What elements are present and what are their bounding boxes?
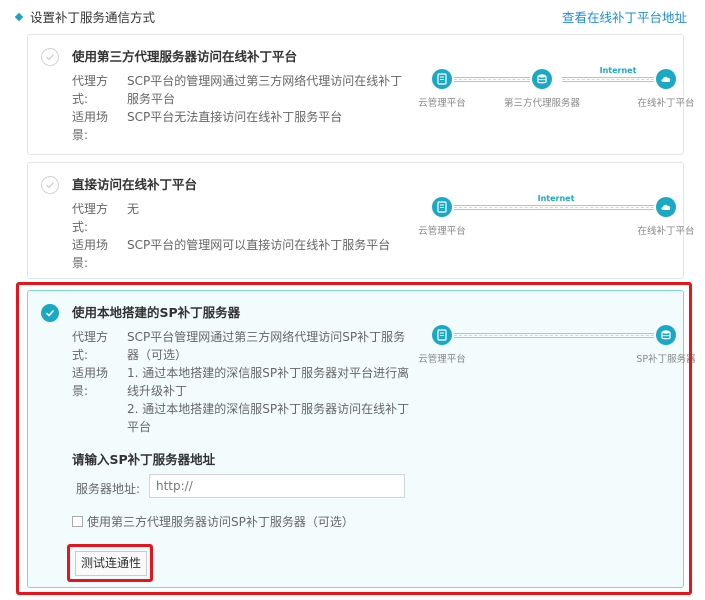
scene-row: 适用场景: SCP平台的管理网可以直接访问在线补丁服务平台 xyxy=(72,236,417,274)
section-title: 设置补丁服务通信方式 xyxy=(30,10,156,25)
cloud-icon xyxy=(656,69,676,89)
connection-line xyxy=(562,77,654,82)
node-label: 在线补丁平台 xyxy=(637,98,695,109)
sp-address-title: 请输入SP补丁服务器地址 xyxy=(72,452,216,467)
node-label: 在线补丁平台 xyxy=(637,226,695,237)
option-title: 使用第三方代理服务器访问在线补丁平台 xyxy=(72,49,298,64)
option-third-party-proxy[interactable]: 使用第三方代理服务器访问在线补丁平台 代理方式: SCP平台的管理网通过第三方网… xyxy=(27,34,695,155)
server-rack-icon xyxy=(432,197,452,217)
node-label: 第三方代理服务器 xyxy=(503,98,581,109)
proxy-mode-row: 代理方式: SCP平台的管理网通过第三方网络代理访问在线补丁服务平台 xyxy=(72,72,417,110)
proxy-mode-value: SCP平台管理网通过第三方网络代理访问SP补丁服务器（可选） xyxy=(127,330,406,362)
scene-row: 适用场景: 1. 通过本地搭建的深信服SP补丁服务器对平台进行离线升级补丁 2.… xyxy=(72,364,417,436)
proxy-checkbox-row[interactable]: 使用第三方代理服务器访问SP补丁服务器（可选） xyxy=(72,513,354,530)
scene-value: SCP平台无法直接访问在线补丁服务平台 xyxy=(127,110,343,124)
scene-value-2: 2. 通过本地搭建的深信服SP补丁服务器访问在线补丁平台 xyxy=(127,402,410,434)
option-direct-access[interactable]: 直接访问在线补丁平台 代理方式: 无 适用场景: SCP平台的管理网可以直接访问… xyxy=(27,162,695,279)
node-label: 云管理平台 xyxy=(418,226,466,237)
scene-label: 适用场景: xyxy=(72,110,109,142)
proxy-mode-value: SCP平台的管理网通过第三方网络代理访问在线补丁服务平台 xyxy=(127,74,403,106)
option-title: 直接访问在线补丁平台 xyxy=(72,177,198,192)
network-diagram: 云管理平台 SP补丁服务器 xyxy=(416,315,696,375)
database-icon xyxy=(532,69,552,89)
test-connectivity-button[interactable]: 测试连通性 xyxy=(75,551,147,576)
server-address-label: 服务器地址: xyxy=(76,482,141,496)
view-patch-platform-link[interactable]: 查看在线补丁平台地址 xyxy=(562,9,687,27)
server-rack-icon xyxy=(432,69,452,89)
network-diagram: Internet 云管理平台 第三方代理服务器 在线补丁平台 xyxy=(416,59,694,119)
proxy-mode-label: 代理方式: xyxy=(72,202,109,234)
proxy-mode-value: 无 xyxy=(127,202,140,216)
internet-label: Internet xyxy=(537,194,575,203)
database-icon xyxy=(656,325,676,345)
scene-value-1: 1. 通过本地搭建的深信服SP补丁服务器对平台进行离线升级补丁 xyxy=(127,366,410,398)
node-label: SP补丁服务器 xyxy=(636,354,696,365)
proxy-mode-row: 代理方式: 无 xyxy=(72,200,417,238)
node-label: 云管理平台 xyxy=(418,98,466,109)
connection-line xyxy=(454,333,654,338)
connection-line xyxy=(454,77,530,82)
check-icon[interactable] xyxy=(41,304,59,322)
check-icon[interactable] xyxy=(41,48,59,66)
scene-label: 适用场景: xyxy=(72,238,109,270)
option-title: 使用本地搭建的SP补丁服务器 xyxy=(72,305,241,320)
diamond-bullet-icon xyxy=(14,12,24,22)
scene-value: SCP平台的管理网可以直接访问在线补丁服务平台 xyxy=(127,238,391,252)
proxy-checkbox[interactable] xyxy=(72,516,83,527)
proxy-mode-label: 代理方式: xyxy=(72,330,109,362)
network-diagram: Internet 云管理平台 在线补丁平台 xyxy=(416,187,694,247)
proxy-mode-row: 代理方式: SCP平台管理网通过第三方网络代理访问SP补丁服务器（可选） xyxy=(72,328,417,366)
connection-line xyxy=(454,205,654,210)
proxy-mode-label: 代理方式: xyxy=(72,74,109,106)
scene-row: 适用场景: SCP平台无法直接访问在线补丁服务平台 xyxy=(72,108,417,146)
server-rack-icon xyxy=(432,325,452,345)
server-address-input[interactable] xyxy=(149,474,405,498)
proxy-checkbox-label: 使用第三方代理服务器访问SP补丁服务器（可选） xyxy=(87,515,354,529)
scene-label: 适用场景: xyxy=(72,366,109,398)
node-label: 云管理平台 xyxy=(418,354,466,365)
cloud-icon xyxy=(656,197,676,217)
section-header: 设置补丁服务通信方式 查看在线补丁平台地址 xyxy=(14,9,687,27)
internet-label: Internet xyxy=(599,66,637,75)
check-icon[interactable] xyxy=(41,176,59,194)
option-local-sp-server[interactable]: 使用本地搭建的SP补丁服务器 代理方式: SCP平台管理网通过第三方网络代理访问… xyxy=(27,290,696,588)
